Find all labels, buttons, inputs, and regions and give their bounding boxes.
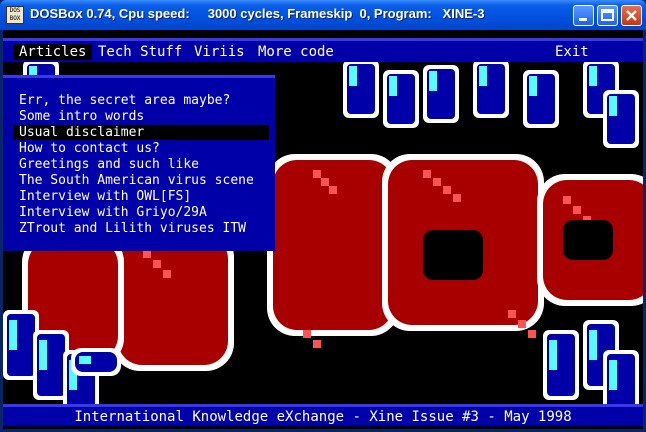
window-title: DOSBox 0.74, Cpu speed: 3000 cycles, Fra… xyxy=(30,6,485,21)
dropdown-item-selected[interactable]: Usual disclaimer xyxy=(13,125,269,140)
status-text: International Knowledge eXchange - Xine … xyxy=(74,409,572,425)
dropdown-item[interactable]: Interview with Griyo/29A xyxy=(19,205,207,220)
close-icon xyxy=(626,10,637,21)
title-bar[interactable]: DOS BOX DOSBox 0.74, Cpu speed: 3000 cyc… xyxy=(0,0,646,30)
articles-dropdown: Err, the secret area maybe? Some intro w… xyxy=(3,75,275,251)
minimize-icon xyxy=(579,18,587,21)
menu-viriis[interactable]: Viriis xyxy=(194,44,245,60)
close-button[interactable] xyxy=(621,5,642,26)
dropdown-item[interactable]: ZTrout and Lilith viruses ITW xyxy=(19,221,246,236)
dos-screen[interactable]: Articles Tech Stuff Viriis More code Exi… xyxy=(3,30,643,429)
menu-articles[interactable]: Articles xyxy=(13,44,93,60)
status-bar: International Knowledge eXchange - Xine … xyxy=(3,404,643,426)
maximize-button[interactable] xyxy=(597,5,618,26)
minimize-button[interactable] xyxy=(573,5,594,26)
dosbox-window: DOS BOX DOSBox 0.74, Cpu speed: 3000 cyc… xyxy=(0,0,646,432)
menu-bar: Articles Tech Stuff Viriis More code Exi… xyxy=(3,38,643,62)
dropdown-item[interactable]: Greetings and such like xyxy=(19,157,199,172)
dropdown-item[interactable]: How to contact us? xyxy=(19,141,160,156)
dropdown-item[interactable]: The South American virus scene xyxy=(19,173,254,188)
menu-more-code[interactable]: More code xyxy=(258,44,334,60)
menu-exit[interactable]: Exit xyxy=(555,44,589,60)
dropdown-item[interactable]: Some intro words xyxy=(19,109,144,124)
dosbox-icon[interactable]: DOS BOX xyxy=(6,6,24,24)
dropdown-item[interactable]: Err, the secret area maybe? xyxy=(19,93,230,108)
maximize-icon xyxy=(601,9,614,21)
dropdown-item[interactable]: Interview with OWL[FS] xyxy=(19,189,191,204)
menu-tech-stuff[interactable]: Tech Stuff xyxy=(98,44,182,60)
